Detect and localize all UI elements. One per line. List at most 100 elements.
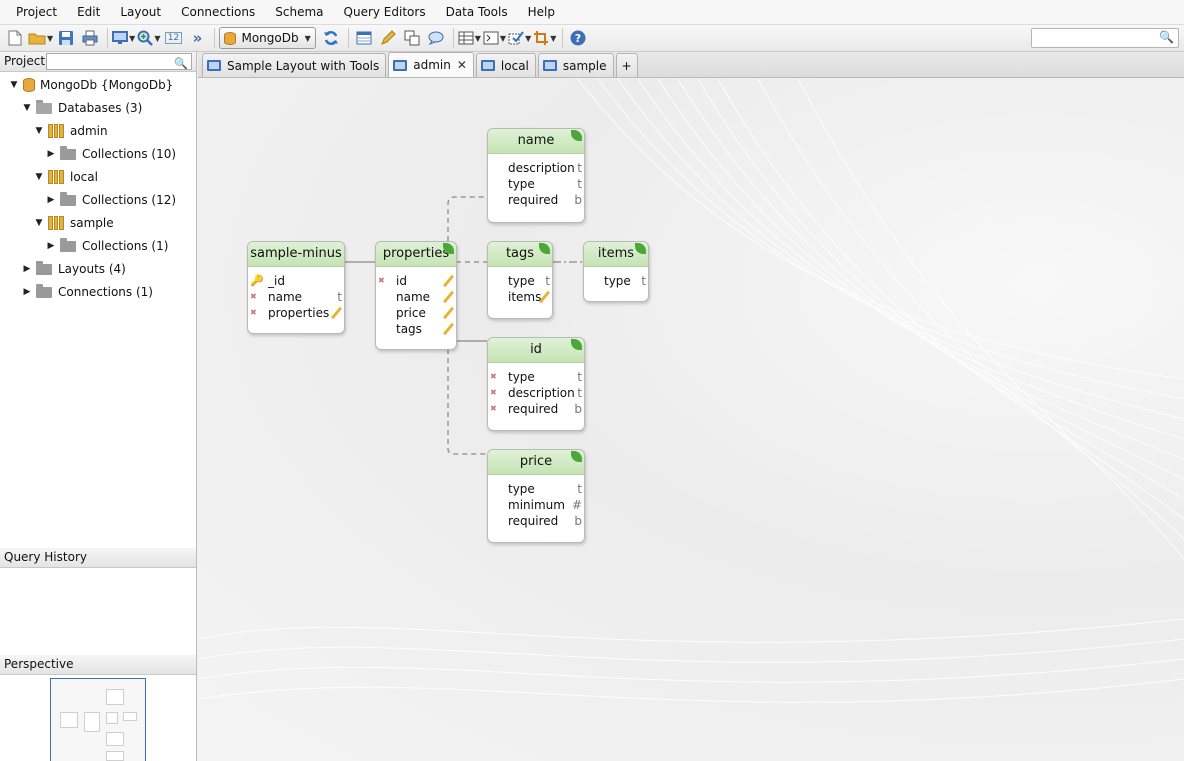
tab-local[interactable]: local <box>475 53 536 77</box>
required-mark-icon: ✖ <box>490 404 497 413</box>
field-name: type <box>508 482 535 496</box>
database-select[interactable]: MongoDb ▼ <box>219 27 316 49</box>
tab-sample-layout-with-tools[interactable]: Sample Layout with Tools <box>202 53 387 77</box>
entity-sample-minus[interactable]: sample-minus 🔑 _id ✖ name t ✖ properties <box>247 241 345 334</box>
entity-field[interactable]: name <box>376 289 456 305</box>
field-name: type <box>508 274 535 288</box>
terminal-icon[interactable]: ▼ <box>483 27 506 49</box>
print-icon[interactable] <box>79 27 101 49</box>
entity-title: id <box>530 342 542 357</box>
entity-header: properties <box>376 242 456 267</box>
entity-field[interactable]: 🔑 _id <box>248 273 344 289</box>
tree-item-layouts[interactable]: ▶ Layouts (4) <box>21 258 126 280</box>
entity-items[interactable]: items type t <box>583 241 649 302</box>
tree-item-connections[interactable]: ▶ Connections (1) <box>21 281 153 303</box>
entity-price[interactable]: price type t minimum # required b <box>487 449 585 543</box>
tree-item-local-collections[interactable]: ▶ Collections (12) <box>45 189 176 211</box>
tree-item-label: Collections (10) <box>82 147 177 161</box>
expand-arrow-icon[interactable]: ▼ <box>8 80 20 90</box>
collapse-arrow-icon[interactable]: ▶ <box>45 195 57 205</box>
comment-icon[interactable] <box>425 27 447 49</box>
editor-tabs: Sample Layout with Tools admin ✕ local s… <box>198 52 1184 78</box>
entity-field[interactable]: type t <box>488 176 584 192</box>
perspective-title: Perspective <box>4 657 74 671</box>
menu-project[interactable]: Project <box>6 1 67 23</box>
entity-field[interactable]: ✖ name t <box>248 289 344 305</box>
entity-field[interactable]: required b <box>488 513 584 529</box>
shapes-icon[interactable] <box>401 27 423 49</box>
expand-arrow-icon[interactable]: ▼ <box>21 103 33 113</box>
refresh-icon[interactable] <box>320 27 342 49</box>
entity-field[interactable]: tags <box>376 321 456 337</box>
entity-field[interactable]: required b <box>488 192 584 208</box>
entity-field[interactable]: ✖ properties <box>248 305 344 321</box>
close-icon[interactable]: ✕ <box>457 58 467 72</box>
field-name: minimum <box>508 498 565 512</box>
entity-field[interactable]: ✖ required b <box>488 401 584 417</box>
entity-tags[interactable]: tags type t items <box>487 241 553 319</box>
entity-field[interactable]: type t <box>488 481 584 497</box>
entity-field[interactable]: description t <box>488 160 584 176</box>
database-icon <box>48 170 65 184</box>
checklist-icon[interactable]: ▼ <box>508 27 531 49</box>
entity-title: price <box>519 454 553 469</box>
project-search-input[interactable]: 🔍 <box>46 53 192 70</box>
entity-field[interactable]: items <box>488 289 552 305</box>
open-folder-icon[interactable]: ▼ <box>28 27 53 49</box>
tree-item-sample-collections[interactable]: ▶ Collections (1) <box>45 235 168 257</box>
new-file-icon[interactable] <box>4 27 26 49</box>
grid-icon[interactable]: ▼ <box>458 27 481 49</box>
add-tab-label: + <box>621 58 632 73</box>
minimap-entity <box>84 712 100 732</box>
perspective-viewport[interactable] <box>50 678 146 761</box>
diagram-canvas[interactable]: sample-minus 🔑 _id ✖ name t ✖ properties pro… <box>198 79 1184 761</box>
tab-label: admin <box>413 58 451 72</box>
pencil-icon[interactable] <box>377 27 399 49</box>
menu-query-editors[interactable]: Query Editors <box>334 1 436 23</box>
entity-field[interactable]: ✖ type t <box>488 369 584 385</box>
crop-icon[interactable]: ▼ <box>533 27 556 49</box>
collapse-arrow-icon[interactable]: ▶ <box>45 241 57 251</box>
entity-field[interactable]: type t <box>488 273 552 289</box>
table-icon[interactable] <box>353 27 375 49</box>
tree-item-local[interactable]: ▼ local <box>33 166 98 188</box>
menu-layout[interactable]: Layout <box>110 1 171 23</box>
tab-sample[interactable]: sample <box>537 53 614 77</box>
menu-data-tools[interactable]: Data Tools <box>436 1 518 23</box>
tree-item-mongodb[interactable]: ▼ MongoDb {MongoDb} <box>8 74 173 96</box>
menu-help[interactable]: Help <box>518 1 565 23</box>
expand-arrow-icon[interactable]: ▼ <box>33 126 45 136</box>
entity-name[interactable]: name description t type t required b <box>487 128 585 223</box>
entity-properties[interactable]: properties ✖ id name price tags <box>375 241 457 350</box>
menu-connections[interactable]: Connections <box>171 1 265 23</box>
toolbar-search-input[interactable]: 🔍 <box>1031 28 1179 48</box>
collapse-arrow-icon[interactable]: ▶ <box>21 287 33 297</box>
tree-item-admin-collections[interactable]: ▶ Collections (10) <box>45 143 176 165</box>
entity-field[interactable]: ✖ id <box>376 273 456 289</box>
tree-item-sample[interactable]: ▼ sample <box>33 212 114 234</box>
help-icon[interactable]: ? <box>567 27 589 49</box>
menu-edit[interactable]: Edit <box>67 1 110 23</box>
entity-id[interactable]: id ✖ type t ✖ description t ✖ required b <box>487 337 585 431</box>
entity-field[interactable]: price <box>376 305 456 321</box>
entity-field[interactable]: minimum # <box>488 497 584 513</box>
zoom-level[interactable]: 12 <box>162 27 184 49</box>
tab-admin[interactable]: admin ✕ <box>388 52 474 77</box>
entity-field[interactable]: ✖ description t <box>488 385 584 401</box>
expand-arrow-icon[interactable]: ▼ <box>33 218 45 228</box>
tree-item-admin[interactable]: ▼ admin <box>33 120 108 142</box>
menu-schema[interactable]: Schema <box>265 1 333 23</box>
save-icon[interactable] <box>55 27 77 49</box>
collapse-arrow-icon[interactable]: ▶ <box>21 264 33 274</box>
tree-item-databases[interactable]: ▼ Databases (3) <box>21 97 142 119</box>
monitor-icon[interactable]: ▼ <box>112 27 135 49</box>
zoom-icon[interactable]: ▼ <box>137 27 160 49</box>
collapse-arrow-icon[interactable]: ▶ <box>45 149 57 159</box>
add-tab-button[interactable]: + <box>615 53 638 77</box>
project-panel-header: Project 🔍 <box>0 52 196 72</box>
search-icon: 🔍 <box>1159 30 1174 44</box>
fast-forward-icon[interactable]: » <box>186 27 208 49</box>
entity-field[interactable]: type t <box>584 273 648 289</box>
expand-arrow-icon[interactable]: ▼ <box>33 172 45 182</box>
svg-text:?: ? <box>575 32 581 45</box>
